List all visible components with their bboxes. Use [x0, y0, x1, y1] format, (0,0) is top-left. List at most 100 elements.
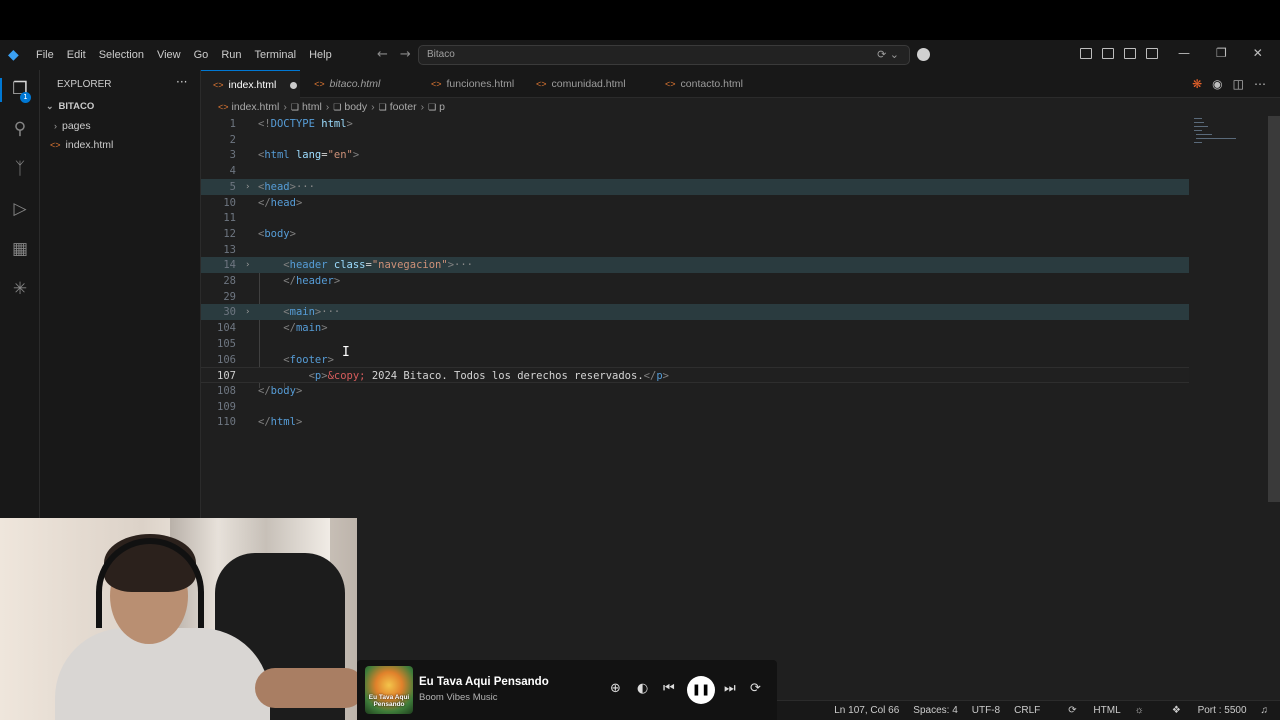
- unsaved-dot-icon[interactable]: [290, 81, 298, 89]
- line-number: 28: [223, 275, 236, 287]
- menu-help[interactable]: Help: [309, 49, 332, 61]
- explorer-more-icon[interactable]: ···: [176, 75, 187, 89]
- album-cover[interactable]: Eu Tava Aqui Pensando: [365, 666, 413, 714]
- code-line[interactable]: 2: [201, 132, 1189, 148]
- line-number: 5: [229, 180, 236, 193]
- customize-layout-icon[interactable]: [1080, 48, 1092, 59]
- status-cursor-position[interactable]: Ln 107, Col 66: [834, 705, 899, 716]
- repeat-icon[interactable]: ⟳: [750, 681, 761, 697]
- minimize-icon[interactable]: —: [1178, 46, 1190, 60]
- back-arrow-icon[interactable]: ←: [377, 47, 388, 62]
- code-line[interactable]: 28 </header>: [201, 273, 1189, 289]
- menu-view[interactable]: View: [157, 49, 181, 61]
- code-line[interactable]: 4: [201, 163, 1189, 179]
- minimap[interactable]: [1192, 116, 1267, 156]
- menu-terminal[interactable]: Terminal: [255, 49, 297, 61]
- screen-top-black: [0, 0, 1280, 40]
- code-line[interactable]: 12 <body>: [201, 226, 1189, 242]
- source-control-icon[interactable]: ᛉ: [10, 159, 30, 179]
- folder-pages[interactable]: › pages: [54, 120, 91, 132]
- command-center-search[interactable]: Bitaco ⟳ ⌄: [418, 45, 910, 65]
- more-actions-icon[interactable]: ⋯: [1254, 77, 1266, 91]
- copilot-icon[interactable]: [917, 48, 930, 61]
- copilot-spark-icon[interactable]: ❋: [1192, 77, 1202, 91]
- tab-comunidad-html[interactable]: <> comunidad.html: [524, 70, 652, 98]
- tab-funciones-html[interactable]: <> funciones.html: [419, 70, 537, 98]
- pause-button[interactable]: ❚❚: [687, 676, 715, 704]
- breadcrumb: <> index.html › ❏ html › ❏ body › ❏ footer › ❏ p: [201, 98, 1280, 116]
- code-line[interactable]: 1 <!DOCTYPE html>: [201, 116, 1189, 132]
- split-editor-icon[interactable]: ◫: [1233, 77, 1244, 91]
- status-encoding[interactable]: UTF-8: [972, 705, 1000, 716]
- code-line[interactable]: 110 </html>: [201, 414, 1189, 430]
- code-line[interactable]: 14 › <header class="navegacion">···: [201, 257, 1189, 274]
- code-line[interactable]: 10 </head>: [201, 195, 1189, 211]
- tab-label: contacto.html: [680, 78, 743, 90]
- menu-file[interactable]: File: [36, 49, 54, 61]
- breadcrumb-file[interactable]: index.html: [232, 101, 280, 113]
- status-live-server[interactable]: ❖ Port : 5500: [1158, 705, 1247, 716]
- close-icon[interactable]: ✕: [1253, 46, 1263, 60]
- status-copilot-icon[interactable]: ☼: [1135, 705, 1144, 716]
- menu-edit[interactable]: Edit: [67, 49, 86, 61]
- code-line[interactable]: 29: [201, 289, 1189, 305]
- previous-track-icon[interactable]: ⏮: [663, 681, 675, 697]
- file-index-html[interactable]: <> index.html: [50, 139, 113, 151]
- toggle-panel-icon[interactable]: [1124, 48, 1136, 59]
- add-to-library-icon[interactable]: ⊕: [610, 681, 621, 697]
- breadcrumb-footer[interactable]: footer: [390, 101, 417, 113]
- status-eol[interactable]: CRLF: [1014, 705, 1040, 716]
- search-icon[interactable]: ⚲: [10, 119, 30, 139]
- breadcrumb-body[interactable]: body: [344, 101, 367, 113]
- tab-bitaco-html[interactable]: <> bitaco.html: [302, 70, 425, 98]
- code-line[interactable]: 109: [201, 399, 1189, 415]
- code-line[interactable]: 104 </main>: [201, 320, 1189, 336]
- line-number: 108: [217, 384, 236, 397]
- menu-run[interactable]: Run: [221, 49, 241, 61]
- editor-tabs: <> index.html <> bitaco.html <> funciones.h…: [201, 70, 1280, 98]
- code-line[interactable]: 3 <html lang="en">: [201, 147, 1189, 163]
- tab-contacto-html[interactable]: <> contacto.html: [653, 70, 773, 98]
- breadcrumb-html[interactable]: html: [302, 101, 322, 113]
- tab-index-html[interactable]: <> index.html: [201, 70, 300, 98]
- copilot-sparkle-icon[interactable]: ✳: [10, 279, 30, 299]
- code-text: </head>: [258, 196, 303, 209]
- element-icon: ❏: [378, 102, 387, 112]
- code-line[interactable]: 107 <p>&copy; 2024 Bitaco. Todos los der…: [201, 367, 1189, 384]
- extensions-icon[interactable]: ▦: [10, 239, 30, 259]
- line-number: 109: [217, 400, 236, 413]
- status-language[interactable]: ⟳ HTML: [1054, 705, 1120, 716]
- code-line[interactable]: 13: [201, 242, 1189, 258]
- open-preview-globe-icon[interactable]: ◉: [1212, 77, 1222, 91]
- editor-actions: ❋ ◉ ◫ ⋯: [1182, 77, 1266, 91]
- breadcrumb-p[interactable]: p: [439, 101, 445, 113]
- code-text: </header>: [283, 275, 341, 287]
- code-line[interactable]: 108 </body>: [201, 383, 1189, 399]
- restore-icon[interactable]: ❐: [1216, 46, 1227, 60]
- folder-root[interactable]: ⌄ BITACO: [46, 101, 94, 112]
- code-editor[interactable]: 1 <!DOCTYPE html> 2 3 <html lang="en"> 4 5 › <he…: [201, 116, 1280, 700]
- next-track-icon[interactable]: ⏭: [724, 681, 736, 697]
- fold-chevron-icon[interactable]: ›: [245, 179, 250, 195]
- active-view-marker: [0, 78, 2, 102]
- toggle-secondary-sidebar-icon[interactable]: [1146, 48, 1158, 59]
- toggle-sidebar-icon[interactable]: [1102, 48, 1114, 59]
- forward-arrow-icon[interactable]: →: [400, 47, 411, 62]
- shuffle-icon[interactable]: ◐: [637, 681, 648, 697]
- code-line[interactable]: 11: [201, 210, 1189, 226]
- copilot-chevron-icon[interactable]: ⟳ ⌄: [877, 48, 899, 61]
- status-indentation[interactable]: Spaces: 4: [913, 705, 957, 716]
- notifications-bell-icon[interactable]: ♫: [1261, 705, 1269, 716]
- run-debug-icon[interactable]: ▷: [10, 199, 30, 219]
- song-artist[interactable]: Boom Vibes Music: [419, 692, 498, 703]
- menu-go[interactable]: Go: [194, 49, 209, 61]
- fold-chevron-icon[interactable]: ›: [245, 257, 250, 273]
- fold-chevron-icon[interactable]: ›: [245, 304, 250, 320]
- editor-scrollbar[interactable]: [1268, 116, 1280, 502]
- code-line[interactable]: 30 › <main>···: [201, 304, 1189, 321]
- code-line[interactable]: 5 › <head>···: [201, 178, 1189, 195]
- code-text: <body>: [258, 227, 296, 240]
- song-title[interactable]: Eu Tava Aqui Pensando: [419, 676, 549, 688]
- line-number: 107: [217, 370, 236, 383]
- menu-selection[interactable]: Selection: [99, 49, 144, 61]
